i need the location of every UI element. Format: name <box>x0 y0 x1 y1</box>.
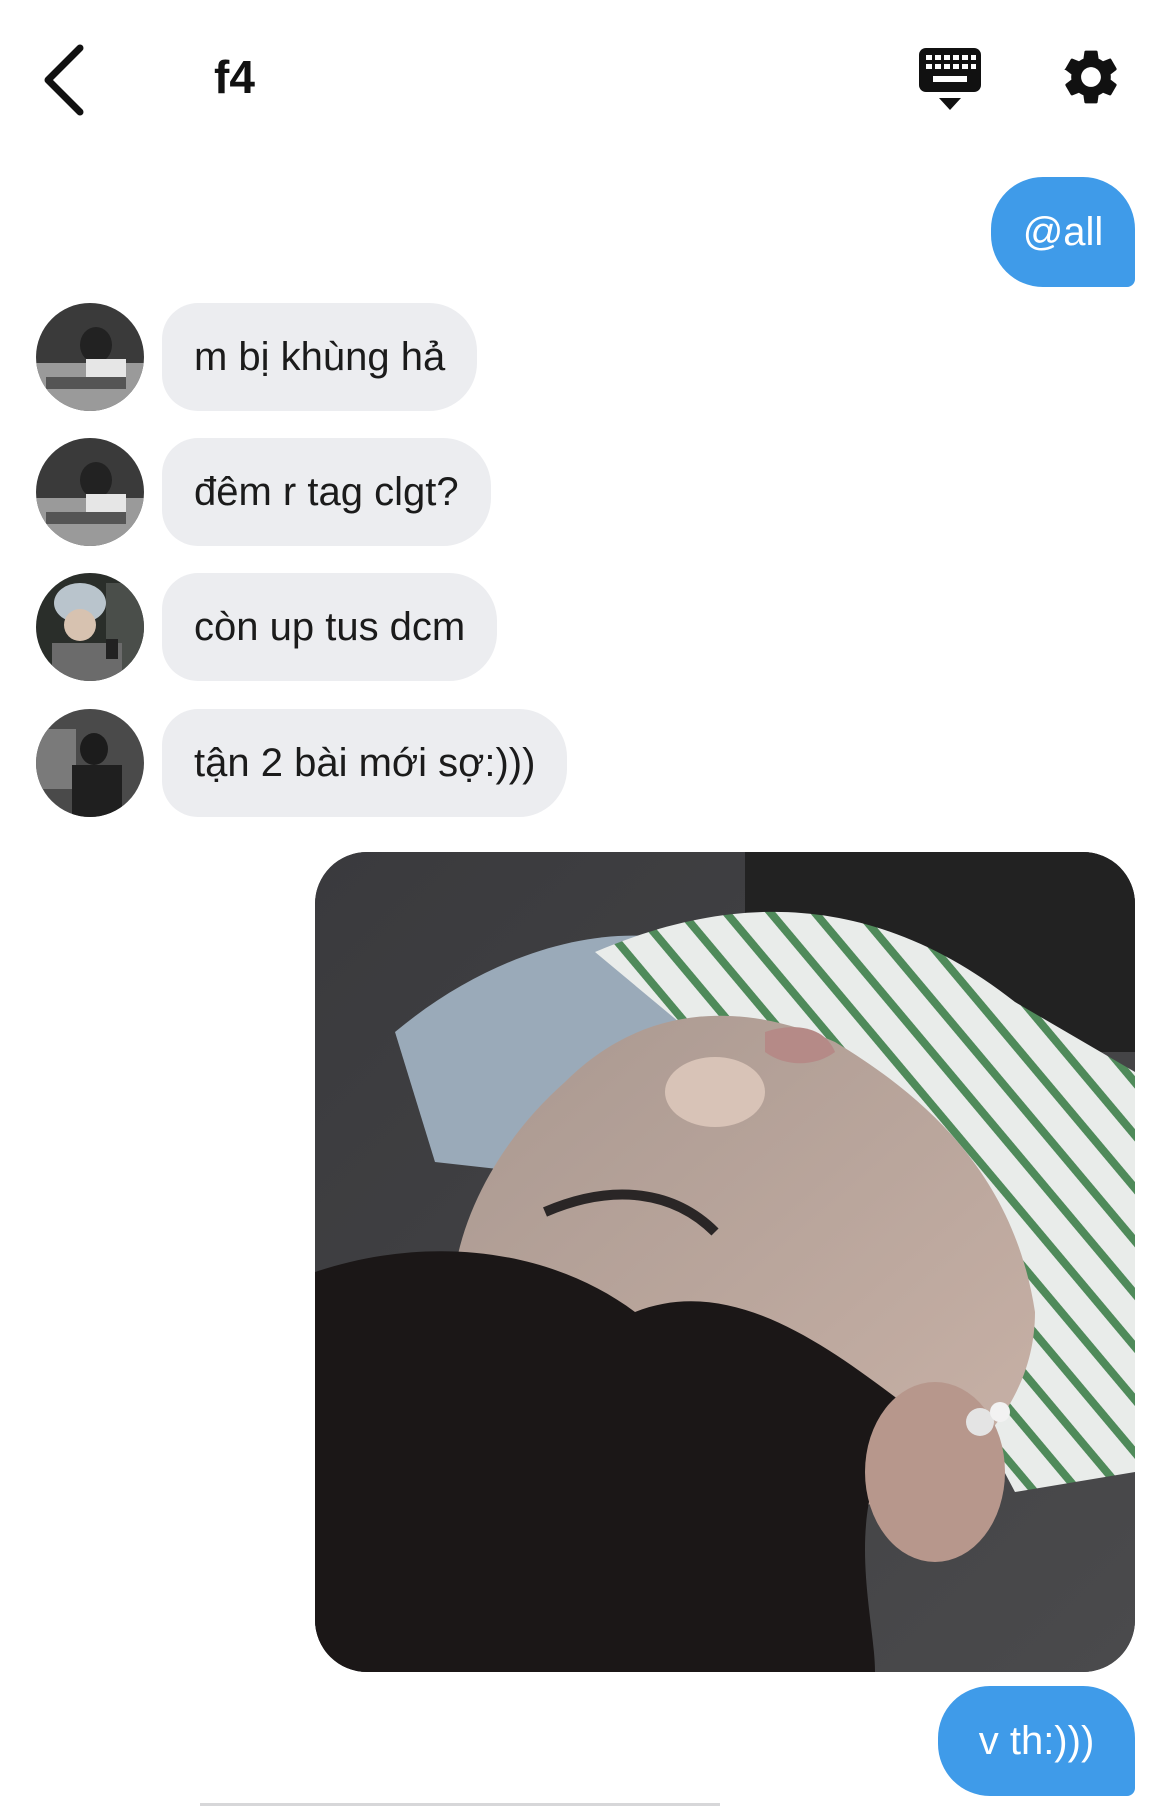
home-indicator <box>200 1803 720 1806</box>
message-bubble-incoming[interactable]: tận 2 bài mới sợ:))) <box>162 709 568 817</box>
chat-screen: f4 @all m bị khùng hả đêm r tag clgt? cò… <box>0 0 1170 1807</box>
message-text: còn up tus dcm <box>194 605 466 649</box>
message-text: tận 2 bài mới sợ:))) <box>194 741 536 785</box>
avatar[interactable] <box>36 438 144 546</box>
avatar[interactable] <box>36 573 144 681</box>
settings-button[interactable] <box>1058 44 1124 110</box>
avatar-image <box>36 573 144 681</box>
keyboard-icon <box>919 48 981 110</box>
message-bubble-incoming[interactable]: m bị khùng hả <box>162 303 478 411</box>
avatar-image <box>36 303 144 411</box>
message-text: @all <box>1022 210 1104 254</box>
message-bubble-outgoing[interactable]: v th:))) <box>938 1686 1135 1796</box>
keyboard-button[interactable] <box>917 46 983 114</box>
chat-header: f4 <box>0 0 1170 160</box>
message-bubble-outgoing[interactable]: @all <box>991 177 1135 287</box>
chevron-left-icon <box>44 44 84 116</box>
back-button[interactable] <box>36 40 96 120</box>
message-text: v th:))) <box>978 1719 1095 1763</box>
message-text: m bị khùng hả <box>194 335 446 379</box>
chat-title: f4 <box>214 51 255 103</box>
message-bubble-incoming[interactable]: còn up tus dcm <box>162 573 498 681</box>
gear-icon <box>1064 50 1117 104</box>
message-bubble-incoming[interactable]: đêm r tag clgt? <box>162 438 491 546</box>
avatar-image <box>36 709 144 817</box>
avatar-image <box>36 438 144 546</box>
photo-message[interactable] <box>315 852 1135 1672</box>
avatar[interactable] <box>36 709 144 817</box>
message-text: đêm r tag clgt? <box>194 470 459 514</box>
avatar[interactable] <box>36 303 144 411</box>
photo-image <box>315 852 1135 1672</box>
